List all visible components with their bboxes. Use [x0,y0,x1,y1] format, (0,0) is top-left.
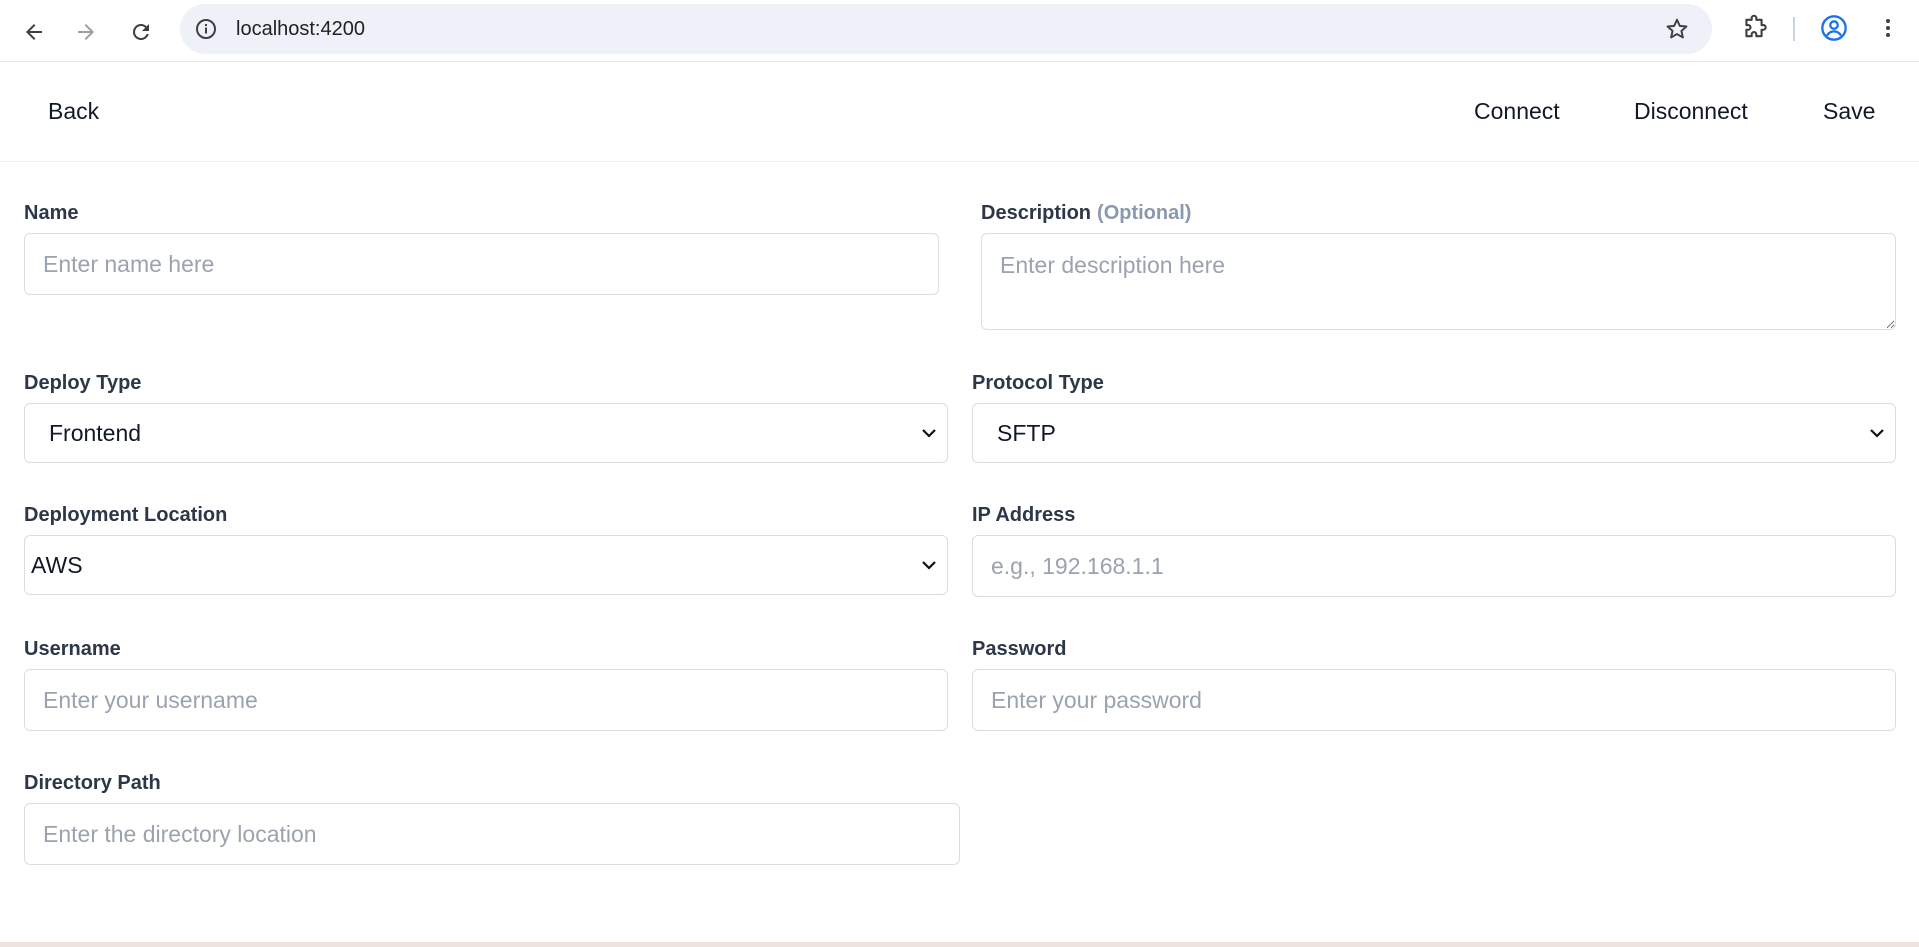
window-bottom-edge [0,942,1919,947]
chevron-down-icon [1870,429,1884,438]
toolbar-divider [1793,17,1795,41]
ip-address-label: IP Address [972,504,1075,527]
directory-path-input[interactable] [24,803,960,865]
description-label: Description (Optional) [981,202,1191,225]
deploy-type-label-text: Deploy Type [24,372,142,394]
protocol-type-select[interactable]: SFTP [972,403,1896,463]
kebab-menu-icon[interactable] [1876,14,1900,42]
chevron-down-icon [922,429,936,438]
username-label: Username [24,638,121,661]
directory-path-label: Directory Path [24,772,161,795]
protocol-type-label-text: Protocol Type [972,372,1104,394]
profile-icon[interactable] [1820,14,1848,42]
app-header: Back Connect Disconnect Save [0,62,1919,162]
browser-forward-button[interactable] [66,12,106,52]
address-bar[interactable]: localhost:4200 [180,4,1712,54]
deploy-type-select[interactable]: Frontend [24,403,948,463]
disconnect-button[interactable]: Disconnect [1634,98,1748,125]
password-label-text: Password [972,638,1067,660]
protocol-type-label: Protocol Type [972,372,1104,395]
password-input[interactable] [972,669,1896,731]
deployment-location-select[interactable]: AWS [24,535,948,595]
browser-back-button[interactable] [14,12,54,52]
description-label-text: Description [981,202,1092,224]
info-icon[interactable] [194,17,218,41]
name-input[interactable] [24,233,939,295]
save-button[interactable]: Save [1823,98,1875,125]
username-label-text: Username [24,638,121,660]
username-input[interactable] [24,669,948,731]
back-button[interactable]: Back [48,98,99,125]
chevron-down-icon [922,561,936,570]
ip-address-label-text: IP Address [972,504,1076,526]
browser-reload-button[interactable] [121,12,161,52]
browser-toolbar: localhost:4200 [0,0,1919,62]
name-label: Name [24,202,78,225]
protocol-type-value: SFTP [997,419,1056,446]
deployment-location-value: AWS [31,551,83,578]
deployment-location-label-text: Deployment Location [24,504,228,526]
password-label: Password [972,638,1066,661]
ip-address-input[interactable] [972,535,1896,597]
star-icon[interactable] [1664,16,1690,42]
url-text[interactable]: localhost:4200 [236,18,365,41]
arrow-left-icon [26,24,42,40]
name-label-text: Name [24,202,79,224]
connect-button[interactable]: Connect [1474,98,1560,125]
arrow-right-icon [78,24,94,40]
deploy-type-label: Deploy Type [24,372,141,395]
directory-path-label-text: Directory Path [24,772,161,794]
optional-tag: (Optional) [1097,202,1192,224]
deploy-type-value: Frontend [49,419,142,446]
reload-icon [132,23,149,40]
description-textarea[interactable] [981,233,1896,330]
puzzle-icon[interactable] [1740,14,1768,42]
deployment-location-label: Deployment Location [24,504,227,527]
